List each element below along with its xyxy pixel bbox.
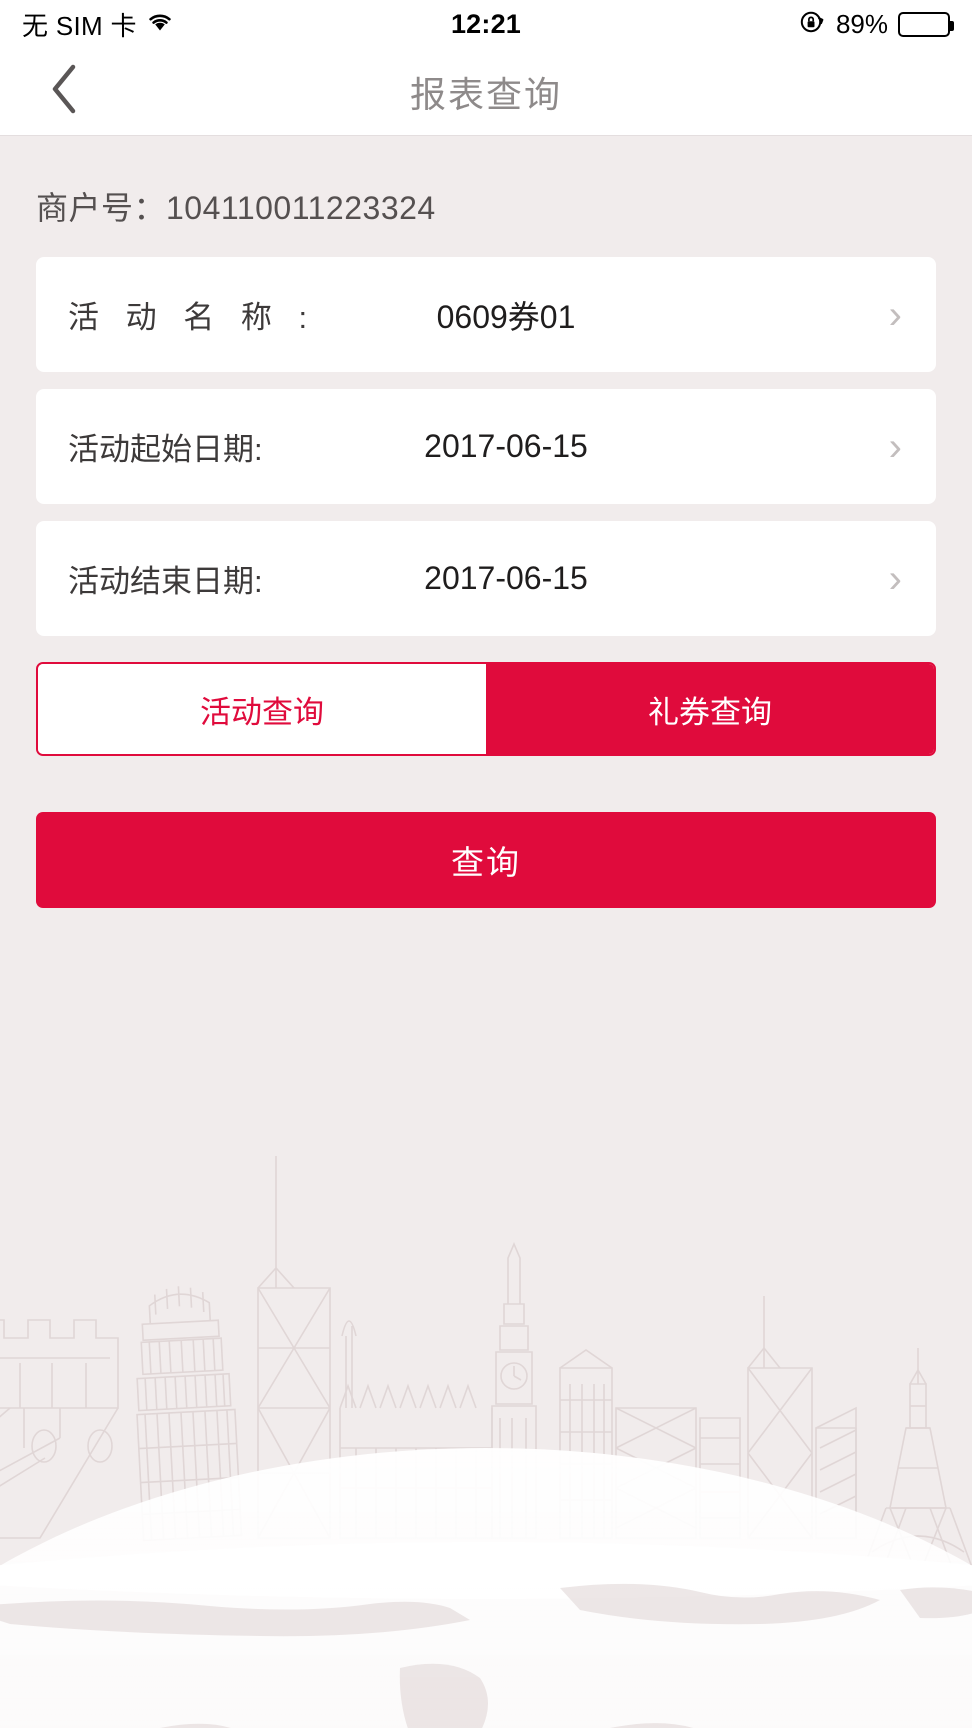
tab-activity-query[interactable]: 活动查询 (38, 664, 486, 754)
chevron-right-icon: › (888, 292, 902, 337)
row-value-start-date: 2017-06-15 (424, 428, 588, 464)
row-activity-name[interactable]: 活 动 名 称 : 0609券01 › (36, 257, 936, 372)
tab-coupon-query[interactable]: 礼券查询 (486, 664, 934, 754)
rotation-lock-icon (798, 8, 826, 41)
form-card-list: 活 动 名 称 : 0609券01 › 活动起始日期: 2017-06-15 ›… (0, 257, 972, 636)
merchant-number-label: 商户号：104110011223324 (36, 190, 436, 226)
status-bar: 无 SIM 卡 12:21 89% (0, 0, 972, 48)
chevron-right-icon: › (888, 424, 902, 469)
content-area: 商户号：104110011223324 活 动 名 称 : 0609券01 › … (0, 137, 972, 1728)
battery-icon (898, 11, 954, 37)
row-value-activity-name: 0609券01 (436, 298, 576, 335)
app-screen: 无 SIM 卡 12:21 89% 报表查询 商户号：1041100112233… (0, 0, 972, 1728)
status-bar-left: 无 SIM 卡 (22, 6, 322, 43)
status-bar-clock: 12:21 (450, 8, 522, 39)
page-title: 报表查询 (409, 73, 562, 115)
row-value-end-date: 2017-06-15 (424, 560, 588, 596)
row-end-date[interactable]: 活动结束日期: 2017-06-15 › (36, 521, 936, 636)
chevron-right-icon: › (888, 556, 902, 601)
carrier-label: 无 SIM 卡 (22, 10, 137, 41)
wifi-icon (146, 11, 174, 38)
battery-percent-label: 89% (835, 8, 888, 39)
query-submit-button[interactable]: 查询 (36, 812, 936, 908)
status-bar-right: 89% (650, 8, 954, 41)
navigation-bar: 报表查询 (0, 48, 972, 136)
query-type-segmented-control: 活动查询 礼券查询 (36, 662, 936, 756)
row-start-date[interactable]: 活动起始日期: 2017-06-15 › (36, 389, 936, 504)
